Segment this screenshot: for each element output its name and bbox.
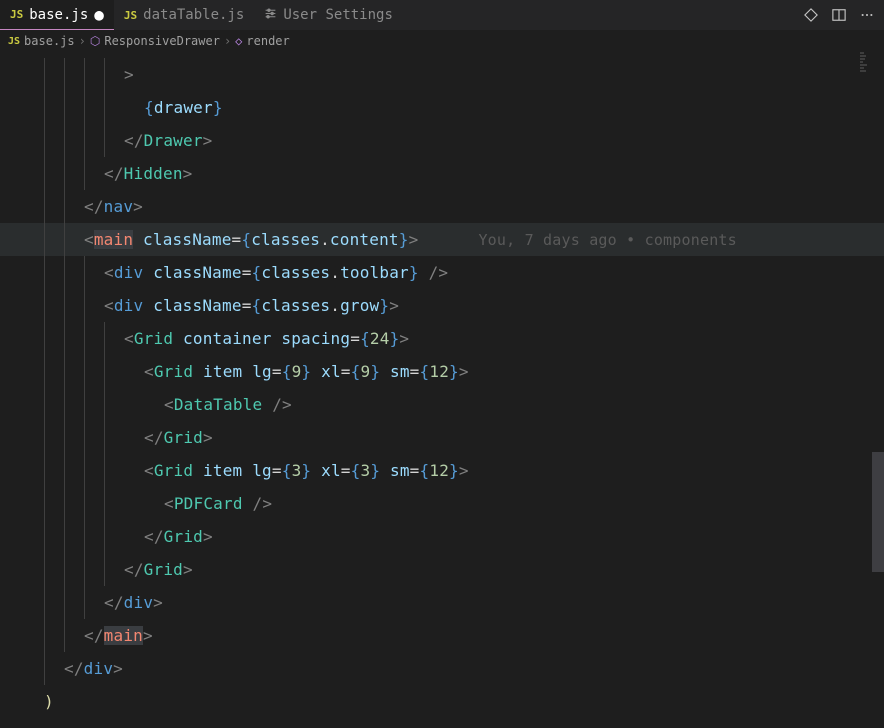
- code-line: </Grid>: [0, 421, 884, 454]
- code-line: >: [0, 58, 884, 91]
- tab-base-js[interactable]: JS base.js ●: [0, 0, 114, 30]
- code-line: ): [0, 685, 884, 718]
- code-line: </nav>: [0, 190, 884, 223]
- tab-label: User Settings: [283, 7, 393, 23]
- code-line: <div className={classes.toolbar} />: [0, 256, 884, 289]
- code-line: <Grid container spacing={24}>: [0, 322, 884, 355]
- code-line: </div>: [0, 586, 884, 619]
- code-line: <Grid item lg={9} xl={9} sm={12}>: [0, 355, 884, 388]
- breadcrumb-class: ResponsiveDrawer: [104, 34, 220, 48]
- code-editor[interactable]: > {drawer} </Drawer> </Hidden> </nav> <m…: [0, 52, 884, 718]
- code-line: <PDFCard />: [0, 487, 884, 520]
- code-line: </Drawer>: [0, 124, 884, 157]
- code-line: <div className={classes.grow}>: [0, 289, 884, 322]
- tab-datatable-js[interactable]: JS dataTable.js: [114, 0, 254, 30]
- js-icon: JS: [8, 36, 20, 47]
- vertical-scrollbar[interactable]: [872, 52, 884, 722]
- diff-icon[interactable]: [804, 8, 818, 22]
- chevron-right-icon: ›: [79, 34, 86, 48]
- tab-user-settings[interactable]: User Settings: [254, 0, 403, 30]
- js-icon: JS: [10, 8, 23, 21]
- class-icon: ⬡: [90, 34, 100, 48]
- code-line: <main className={classes.content}>You, 7…: [0, 223, 884, 256]
- method-icon: ◇: [235, 34, 242, 48]
- code-line: </Hidden>: [0, 157, 884, 190]
- tab-bar: JS base.js ● JS dataTable.js User Settin…: [0, 0, 884, 30]
- code-line: </Grid>: [0, 553, 884, 586]
- code-line: <DataTable />: [0, 388, 884, 421]
- split-editor-icon[interactable]: [832, 8, 846, 22]
- minimap[interactable]: [860, 52, 870, 652]
- tab-label: base.js: [29, 7, 88, 23]
- breadcrumb-file: base.js: [24, 34, 75, 48]
- code-line: </div>: [0, 652, 884, 685]
- dirty-indicator-icon: ●: [94, 7, 104, 23]
- js-icon: JS: [124, 9, 137, 22]
- scrollbar-thumb[interactable]: [872, 452, 884, 572]
- code-line: </Grid>: [0, 520, 884, 553]
- code-line: {drawer}: [0, 91, 884, 124]
- code-line: </main>: [0, 619, 884, 652]
- sliders-icon: [264, 7, 277, 24]
- tab-label: dataTable.js: [143, 7, 244, 23]
- git-blame-annotation: You, 7 days ago • components: [478, 231, 736, 249]
- breadcrumb[interactable]: JS base.js › ⬡ ResponsiveDrawer › ◇ rend…: [0, 30, 884, 52]
- more-icon[interactable]: [860, 8, 874, 22]
- code-line: <Grid item lg={3} xl={3} sm={12}>: [0, 454, 884, 487]
- editor-actions: [804, 8, 884, 22]
- chevron-right-icon: ›: [224, 34, 231, 48]
- breadcrumb-method: render: [246, 34, 289, 48]
